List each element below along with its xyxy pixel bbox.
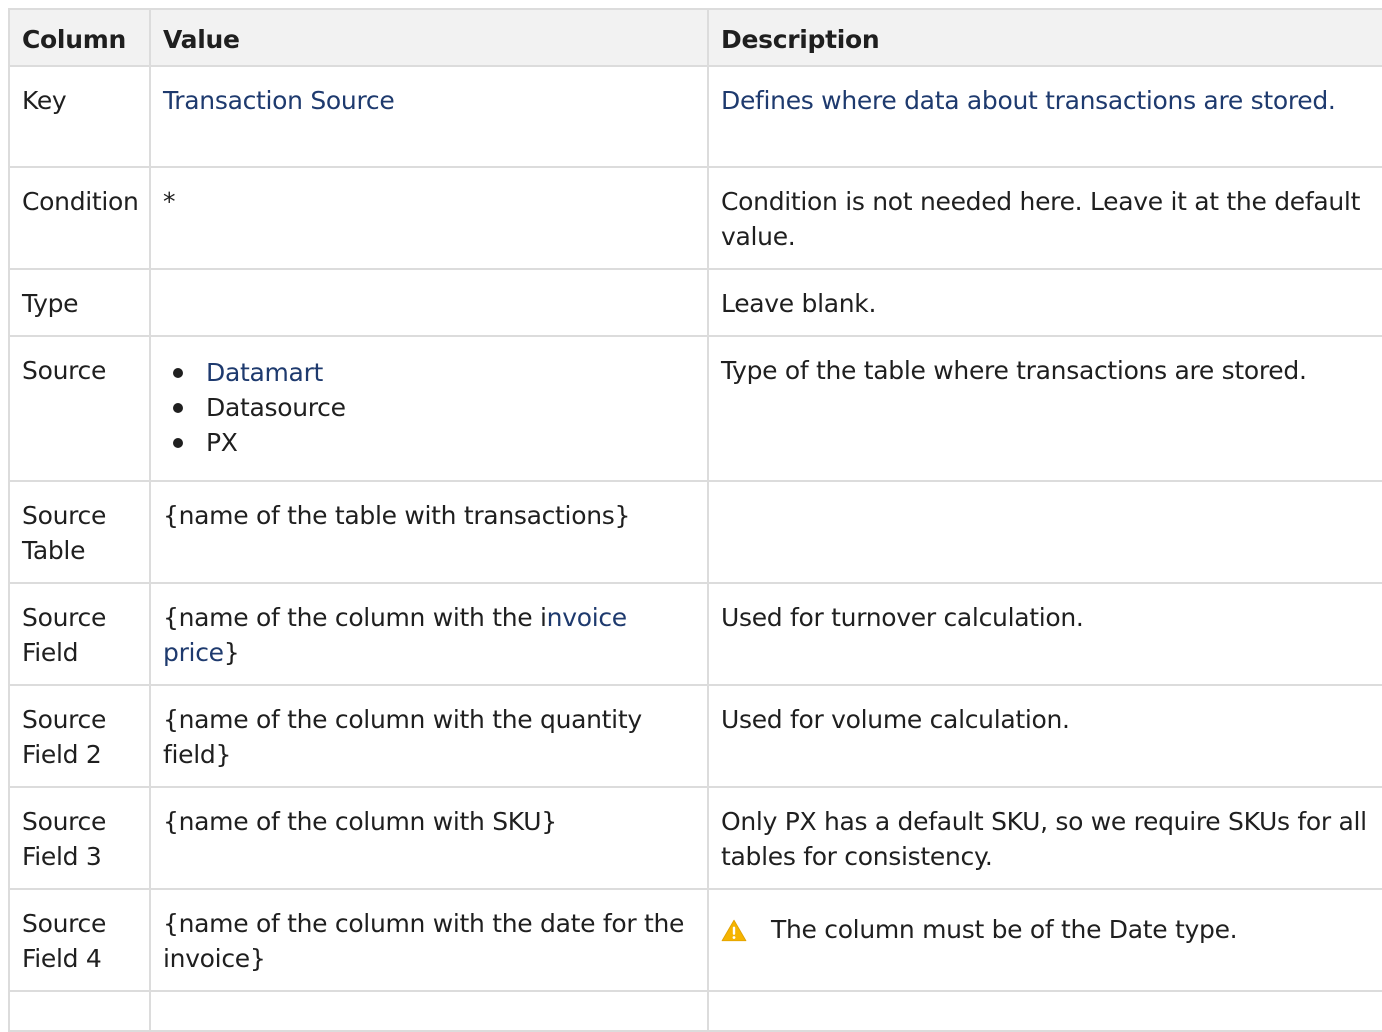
- cell-description: Used for volume calculation.: [707, 684, 1382, 788]
- cell-column: Source Table: [8, 480, 151, 584]
- list-item: Datamart: [173, 355, 695, 390]
- cell-value: {name of the column with the quantity fi…: [149, 684, 709, 788]
- table-row-source-field-4: Source Field 4 {name of the column with …: [8, 888, 1382, 992]
- cell-value: [149, 990, 709, 1032]
- cell-value: {name of the column with SKU}: [149, 786, 709, 890]
- value-prefix: {name of the column with the i: [163, 603, 547, 632]
- cell-value: {name of the column with the date for th…: [149, 888, 709, 992]
- transaction-source-link[interactable]: Transaction Source: [163, 86, 395, 115]
- cell-value: Transaction Source: [149, 65, 709, 168]
- cell-value: [149, 268, 709, 337]
- table-row-key: Key Transaction Source Defines where dat…: [8, 65, 1382, 168]
- table-row-source-field-3: Source Field 3 {name of the column with …: [8, 786, 1382, 890]
- cell-value: {name of the column with the invoice pri…: [149, 582, 709, 686]
- table-row-source-table: Source Table {name of the table with tra…: [8, 480, 1382, 584]
- table-row-empty: [8, 990, 1382, 1032]
- cell-value: *: [149, 166, 709, 270]
- source-options-list: Datamart Datasource PX: [163, 355, 695, 460]
- cell-column: Type: [8, 268, 151, 337]
- list-item: Datasource: [173, 390, 695, 425]
- cell-description: [707, 480, 1382, 584]
- cell-description: Leave blank.: [707, 268, 1382, 337]
- table-row-condition: Condition * Condition is not needed here…: [8, 166, 1382, 270]
- table-row-source-field: Source Field {name of the column with th…: [8, 582, 1382, 686]
- datamart-link[interactable]: Datamart: [206, 358, 323, 387]
- cell-column: Source: [8, 335, 151, 482]
- cell-column: Source Field 3: [8, 786, 151, 890]
- cell-description: Condition is not needed here. Leave it a…: [707, 166, 1382, 270]
- value-suffix: }: [223, 638, 240, 667]
- table-header-row: Column Value Description: [8, 8, 1382, 67]
- table-row-source-field-2: Source Field 2 {name of the column with …: [8, 684, 1382, 788]
- column-header-value: Value: [149, 8, 709, 67]
- table-row-source: Source Datamart Datasource PX Type of th…: [8, 335, 1382, 482]
- warning-text: The column must be of the Date type.: [771, 915, 1238, 944]
- config-table-container: Column Value Description Key Transaction…: [8, 8, 1382, 1032]
- cell-value: Datamart Datasource PX: [149, 335, 709, 482]
- cell-description: Used for turnover calculation.: [707, 582, 1382, 686]
- cell-column: Source Field: [8, 582, 151, 686]
- cell-value: {name of the table with transactions}: [149, 480, 709, 584]
- table-row-type: Type Leave blank.: [8, 268, 1382, 337]
- cell-column: [8, 990, 151, 1032]
- cell-column: Condition: [8, 166, 151, 270]
- cell-column: Source Field 2: [8, 684, 151, 788]
- cell-column: Source Field 4: [8, 888, 151, 992]
- cell-column: Key: [8, 65, 151, 168]
- warning-icon: [721, 919, 747, 941]
- cell-description: The column must be of the Date type.: [707, 888, 1382, 992]
- column-header-column: Column: [8, 8, 151, 67]
- column-header-description: Description: [707, 8, 1382, 67]
- cell-description: Only PX has a default SKU, so we require…: [707, 786, 1382, 890]
- cell-description: Type of the table where transactions are…: [707, 335, 1382, 482]
- description-link[interactable]: Defines where data about transactions ar…: [721, 86, 1336, 115]
- cell-description: Defines where data about transactions ar…: [707, 65, 1382, 168]
- list-item: PX: [173, 425, 695, 460]
- config-table: Column Value Description Key Transaction…: [8, 8, 1382, 1032]
- cell-description: [707, 990, 1382, 1032]
